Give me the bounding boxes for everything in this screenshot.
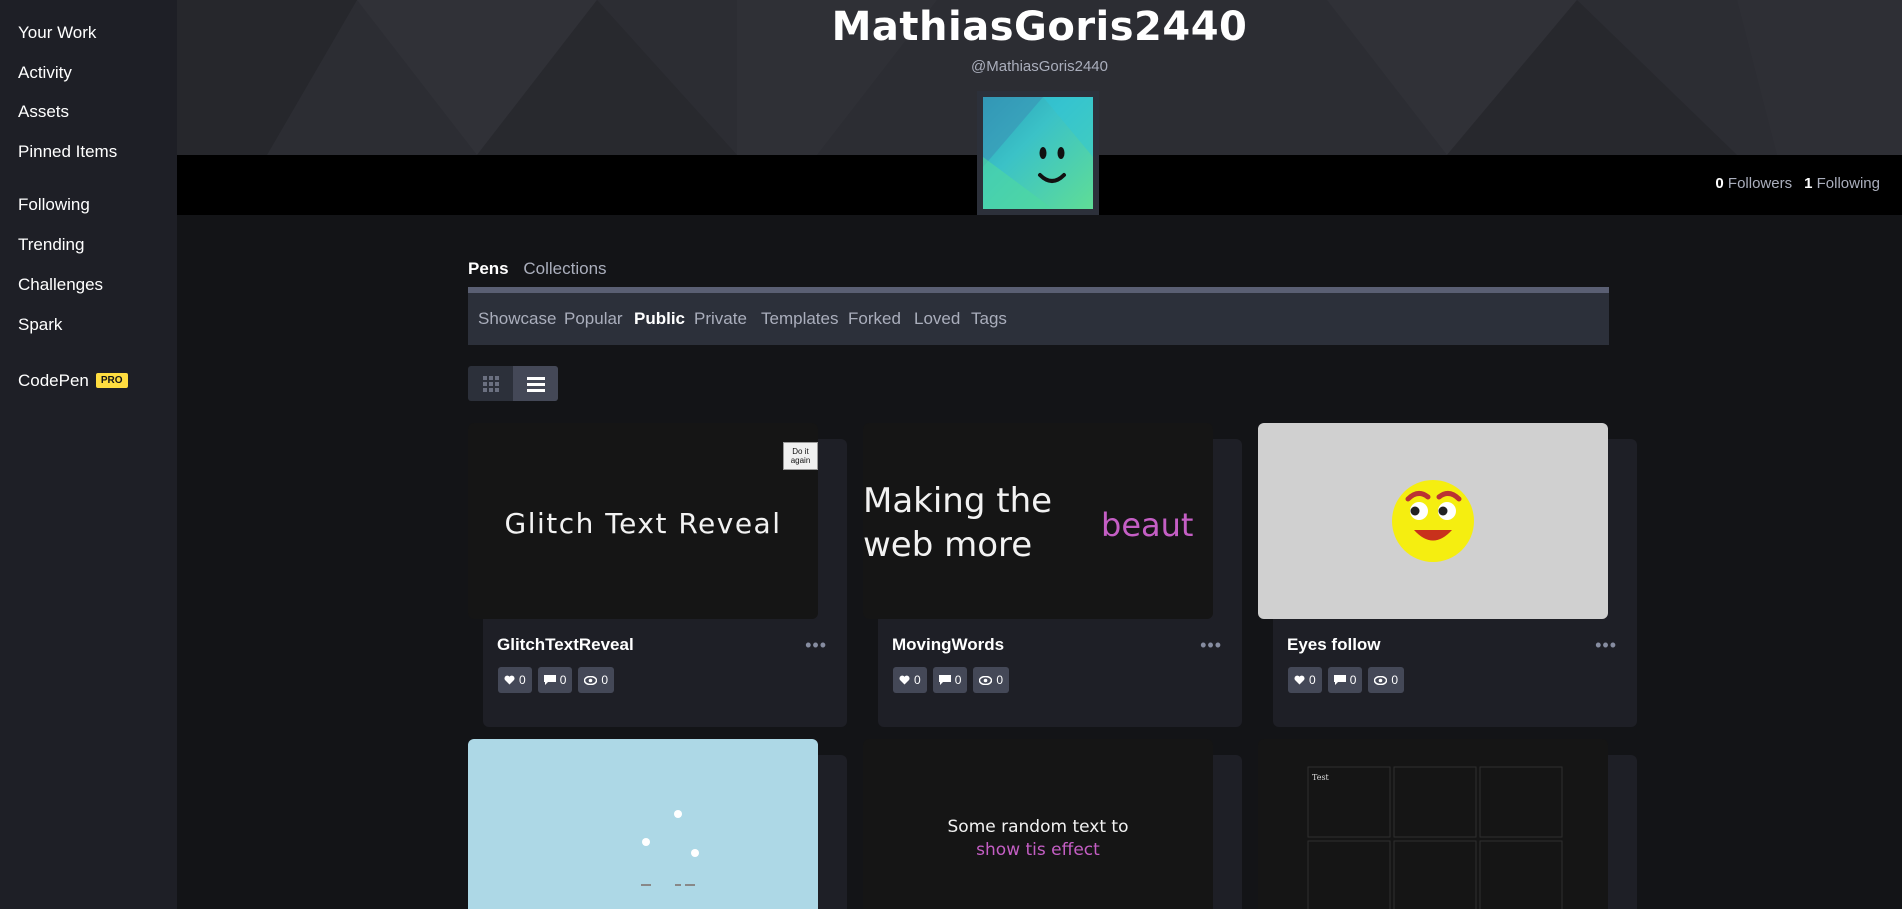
profile-name: MathiasGoris2440 [831,4,1248,50]
do-it-again-button[interactable]: Do it again [783,442,818,470]
heart-icon [899,675,910,685]
pen-preview[interactable]: Some random text to show tis effect [863,739,1213,909]
bouncing-dots-preview [641,810,699,886]
followers-count: 0 [1715,175,1724,192]
comment-count: 0 [559,673,567,687]
eye-icon [979,675,993,685]
tab-pens[interactable]: Pens [468,259,509,278]
pen-title[interactable]: Eyes follow [1287,635,1381,655]
comment-button[interactable]: 0 [932,667,968,693]
pen-preview[interactable] [468,739,818,909]
sidebar-item-trending[interactable]: Trending [18,235,84,255]
views-button[interactable]: 0 [578,667,615,693]
grid-preview [1307,766,1563,909]
pro-badge: PRO [95,373,128,389]
like-button[interactable]: 0 [893,667,927,693]
pen-card: Test [1258,739,1637,909]
more-options-icon[interactable]: ••• [1200,635,1222,656]
preview-line: show tis effect [976,840,1100,860]
sidebar-item-your-work[interactable]: Your Work [18,23,96,43]
sidebar-item-following[interactable]: Following [18,195,90,215]
preview-text: Glitch Text Reveal [504,507,782,540]
eye-icon [584,675,598,685]
sidebar-item-pinned-items[interactable]: Pinned Items [18,142,117,162]
avatar-smiley-icon [983,97,1093,209]
comment-button[interactable]: 0 [1327,667,1363,693]
like-count: 0 [1309,673,1316,687]
view-count: 0 [1391,673,1399,687]
preview-line: Some random text to [947,817,1129,837]
sidebar-item-spark[interactable]: Spark [18,315,62,335]
comment-icon [938,675,951,685]
filter-templates[interactable]: Templates [761,309,838,329]
following-label: Following [1816,175,1880,192]
comment-icon [543,675,556,685]
pen-card: Glitch Text Reveal Do it again GlitchTex… [468,423,847,727]
sidebar-item-challenges[interactable]: Challenges [18,275,103,295]
content-tabs: Pens Collections [468,259,617,279]
grid-view-button[interactable] [468,366,513,401]
pen-title[interactable]: MovingWords [892,635,1004,655]
view-toggle [468,366,558,401]
view-count: 0 [996,673,1004,687]
comment-count: 0 [954,673,962,687]
filter-forked[interactable]: Forked [848,309,901,329]
heart-icon [1294,675,1305,685]
list-icon [526,376,545,392]
like-count: 0 [914,673,921,687]
heart-icon [504,675,515,685]
preview-line: Making the [863,481,1053,521]
filter-loved[interactable]: Loved [914,309,960,329]
comment-icon [1333,675,1346,685]
more-options-icon[interactable]: ••• [805,635,827,656]
sidebar-item-codepen[interactable]: CodePen PRO [18,371,128,391]
profile-handle: @MathiasGoris2440 [971,58,1108,75]
more-options-icon[interactable]: ••• [1595,635,1617,656]
filter-showcase[interactable]: Showcase [478,309,556,329]
like-button[interactable]: 0 [1288,667,1322,693]
pen-preview[interactable]: Test [1258,739,1608,909]
preview-line: web more [863,525,1033,565]
followers-link[interactable]: 0 Followers [1715,175,1792,192]
follow-stats: 0 Followers 1 Following [1715,175,1880,192]
filter-private[interactable]: Private [694,309,747,329]
pen-card: Some random text to show tis effect [863,739,1242,909]
followers-label: Followers [1727,175,1793,192]
grid-icon [482,375,499,392]
smiley-face-icon [1392,480,1474,562]
views-button[interactable]: 0 [1368,667,1405,693]
filter-popular[interactable]: Popular [564,309,623,329]
pen-title[interactable]: GlitchTextReveal [497,635,634,655]
avatar[interactable] [977,91,1099,215]
filter-public[interactable]: Public [634,309,685,329]
pen-card: Making the web more beaut MovingWords ••… [863,423,1242,727]
pen-card: Eyes follow ••• 0 0 0 [1258,423,1637,727]
filter-bar: Showcase Popular Public Private Template… [468,287,1609,345]
list-view-button[interactable] [513,366,558,401]
views-button[interactable]: 0 [973,667,1010,693]
following-count: 1 [1804,175,1813,192]
comment-count: 0 [1349,673,1357,687]
preview-label: Test [1312,773,1329,782]
following-link[interactable]: 1 Following [1804,175,1880,192]
preview-word: beaut [1101,506,1194,544]
pen-card [468,739,847,909]
eye-icon [1374,675,1388,685]
codepen-label: CodePen [18,371,89,390]
pen-preview[interactable] [1258,423,1608,619]
view-count: 0 [601,673,609,687]
comment-button[interactable]: 0 [537,667,573,693]
pen-preview[interactable]: Glitch Text Reveal Do it again [468,423,818,619]
pen-preview[interactable]: Making the web more beaut [863,423,1213,619]
pen-stats: 0 0 0 [498,667,615,693]
sidebar: Your Work Activity Assets Pinned Items F… [0,0,177,909]
tab-collections[interactable]: Collections [523,259,606,278]
sidebar-item-assets[interactable]: Assets [18,102,69,122]
pen-stats: 0 0 0 [1288,667,1405,693]
like-button[interactable]: 0 [498,667,532,693]
sidebar-item-activity[interactable]: Activity [18,63,72,83]
pen-stats: 0 0 0 [893,667,1010,693]
like-count: 0 [519,673,526,687]
filter-tags[interactable]: Tags [971,309,1007,329]
